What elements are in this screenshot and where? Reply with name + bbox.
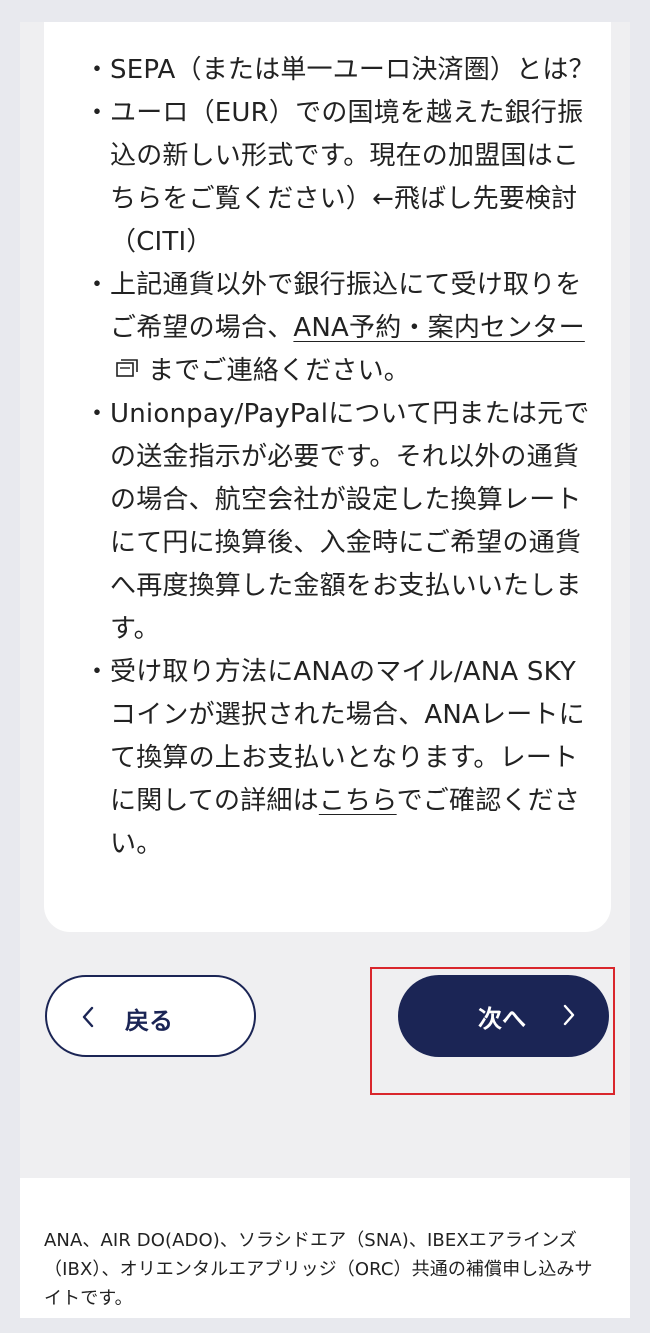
bullet: ・ bbox=[84, 270, 111, 300]
note-text: SEPA（または単一ユーロ決済圏）とは？ bbox=[110, 55, 595, 85]
notes-card: ・ SEPA（または単一ユーロ決済圏）とは？ ・ ユーロ（EUR）での国境を越え… bbox=[44, 22, 611, 932]
rate-details-link[interactable]: こちら bbox=[319, 786, 397, 816]
navigation-row: 戻る 次へ bbox=[0, 975, 650, 1059]
note-item-sepa: ・ SEPA（または単一ユーロ決済圏）とは？ bbox=[84, 49, 595, 92]
external-link-icon[interactable] bbox=[116, 348, 138, 391]
footer-text: ANA、AIR DO(ADO)、ソラシドエア（SNA)、IBEXエアラインズ（I… bbox=[44, 1230, 593, 1309]
next-button-label: 次へ bbox=[478, 1005, 526, 1033]
note-text-after: までご連絡ください。 bbox=[148, 356, 411, 386]
page-frame: ・ SEPA（または単一ユーロ決済圏）とは？ ・ ユーロ（EUR）での国境を越え… bbox=[20, 22, 630, 1318]
note-item-miles-skycoin: ・ 受け取り方法にANAのマイル/ANA SKY コインが選択された場合、ANA… bbox=[84, 651, 595, 866]
bullet: ・ bbox=[84, 55, 111, 85]
next-button[interactable]: 次へ bbox=[398, 975, 609, 1057]
chevron-right-icon bbox=[561, 1002, 577, 1032]
bullet: ・ bbox=[84, 98, 111, 128]
chevron-left-icon bbox=[80, 1004, 96, 1034]
ana-reservation-center-link[interactable]: ANA予約・案内センター bbox=[293, 313, 584, 343]
note-item-unionpay-paypal: ・ Unionpay/PayPalについて円または元での送金指示が必要です。それ… bbox=[84, 393, 595, 651]
bullet: ・ bbox=[84, 399, 111, 429]
bullet: ・ bbox=[84, 657, 111, 687]
note-text: Unionpay/PayPalについて円または元での送金指示が必要です。それ以外… bbox=[110, 399, 590, 644]
note-item-other-currency: ・ 上記通貨以外で銀行振込にて受け取りをご希望の場合、ANA予約・案内センターま… bbox=[84, 264, 595, 393]
notes-list: ・ SEPA（または単一ユーロ決済圏）とは？ ・ ユーロ（EUR）での国境を越え… bbox=[84, 49, 595, 866]
back-button-label: 戻る bbox=[125, 1007, 173, 1035]
note-text: ユーロ（EUR）での国境を越えた銀行振込の新しい形式です。現在の加盟国はこちらを… bbox=[110, 98, 584, 257]
footer: ANA、AIR DO(ADO)、ソラシドエア（SNA)、IBEXエアラインズ（I… bbox=[20, 1178, 630, 1318]
back-button[interactable]: 戻る bbox=[45, 975, 256, 1057]
note-item-euro-transfer: ・ ユーロ（EUR）での国境を越えた銀行振込の新しい形式です。現在の加盟国はこち… bbox=[84, 92, 595, 264]
